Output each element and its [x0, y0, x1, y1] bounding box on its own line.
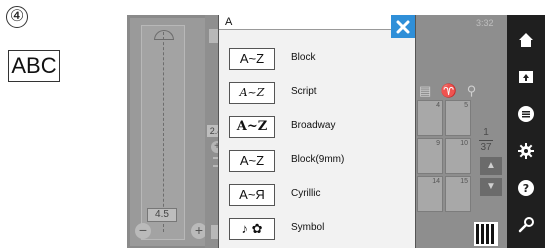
minus-button[interactable]: − [135, 223, 151, 239]
close-button[interactable] [391, 15, 415, 38]
font-sample-button[interactable]: A~Я [229, 184, 275, 206]
font-option-block-9mm[interactable]: A~Z Block(9mm) [229, 144, 409, 178]
dialog-title: A [225, 16, 233, 28]
svg-text:?: ? [523, 182, 529, 195]
step-number: ④ [6, 6, 28, 28]
home-button[interactable] [507, 21, 545, 59]
clock: 3:32 [476, 18, 494, 28]
page-total: 37 [480, 142, 492, 153]
font-name-label: Script [291, 86, 317, 97]
save-button[interactable] [507, 58, 545, 96]
qr-code-icon [474, 222, 498, 246]
pattern-cell[interactable]: 4 [417, 100, 443, 136]
settings-button[interactable] [507, 132, 545, 170]
scroll-up-button[interactable]: ▲ [480, 157, 502, 175]
stitch-width-value: 4.5 [147, 208, 177, 222]
close-x-icon [396, 20, 410, 33]
pattern-cell[interactable]: 9 [417, 138, 443, 174]
pattern-cell[interactable]: 15 [445, 176, 471, 212]
menu-button[interactable] [507, 95, 545, 133]
font-sample-button[interactable]: A~Z [229, 150, 275, 172]
needle-position-line [163, 32, 164, 232]
pattern-cell[interactable]: 5 [445, 100, 471, 136]
font-sample-button[interactable]: A~Z [229, 48, 275, 70]
font-name-label: Block [291, 52, 316, 63]
wrench-icon [518, 217, 534, 233]
right-toolbar: ? [507, 15, 545, 248]
dialog-header: A [219, 15, 415, 30]
font-option-cyrillic[interactable]: A~Я Cyrillic [229, 178, 409, 212]
home-icon [519, 33, 533, 47]
wrench-button[interactable] [507, 206, 545, 244]
font-name-label: Broadway [291, 120, 336, 131]
category-icons: ▤ ♈ ⚲ [419, 83, 480, 98]
scroll-down-button[interactable]: ▼ [480, 178, 502, 196]
font-name-label: Cyrillic [291, 188, 321, 199]
page-current: 1 [483, 127, 489, 138]
font-option-script[interactable]: A~Z Script [229, 76, 409, 110]
pattern-cell[interactable]: 10 [445, 138, 471, 174]
abc-label: ABC [8, 50, 60, 82]
help-icon: ? [518, 180, 534, 196]
settings-icon [518, 143, 534, 159]
presser-foot-icon [154, 30, 174, 40]
help-button[interactable]: ? [507, 169, 545, 207]
font-sample-button[interactable]: A~Z [229, 82, 275, 104]
font-name-label: Block(9mm) [291, 154, 345, 165]
font-select-dialog: A A~Z Block A~Z Script A~Z Broadway A~Z … [219, 15, 415, 248]
pattern-cell[interactable]: 14 [417, 176, 443, 212]
machine-screen: 4.5 − + 2.4 + 3:32 ▤ ♈ ⚲ 4 5 9 10 14 15 … [127, 15, 545, 248]
page-fraction: 1 37 [479, 127, 493, 154]
save-icon [519, 71, 533, 83]
font-sample-button[interactable]: A~Z [229, 116, 275, 138]
font-option-symbol[interactable]: ♪ ✿ Symbol [229, 212, 409, 246]
font-sample-button[interactable]: ♪ ✿ [229, 218, 275, 240]
font-option-block[interactable]: A~Z Block [229, 42, 409, 76]
font-name-label: Symbol [291, 222, 325, 233]
font-option-broadway[interactable]: A~Z Broadway [229, 110, 409, 144]
menu-icon [518, 106, 534, 122]
